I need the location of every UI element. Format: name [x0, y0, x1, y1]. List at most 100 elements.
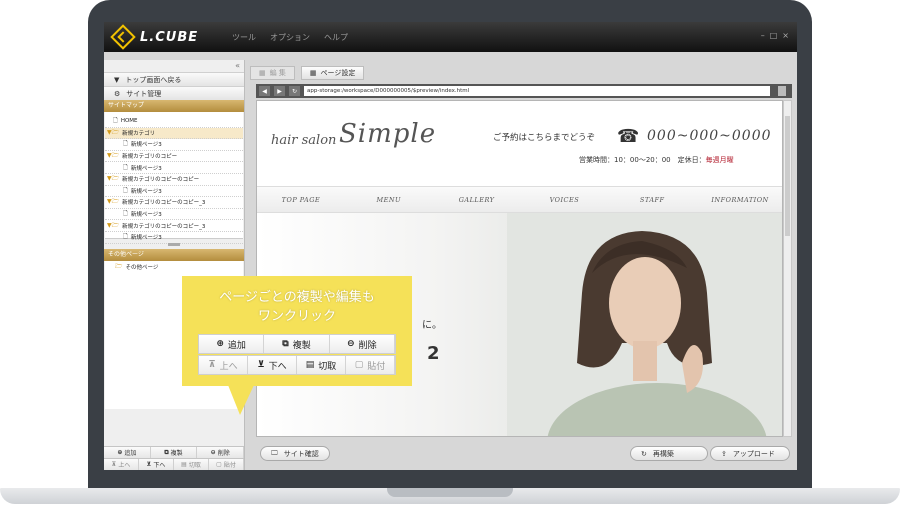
back-icon[interactable]: ◀ — [259, 86, 270, 96]
duplicate-button[interactable]: ⧉ 複製 — [151, 447, 198, 458]
folder-icon: ▼🗁 — [107, 152, 120, 160]
move-down-button[interactable]: ⊻ 下へ — [139, 459, 174, 470]
forward-icon[interactable]: ▶ — [274, 86, 285, 96]
add-button[interactable]: ⊕ 追加 — [104, 447, 151, 458]
tree-item[interactable]: 🗋 新規ページ3 — [105, 139, 243, 151]
folder-icon: ▼🗁 — [107, 198, 120, 206]
tree-item[interactable]: ▼🗁 新規カテゴリのコピー — [105, 151, 243, 163]
back-to-top-button[interactable]: ▼ トップ画面へ戻る — [104, 72, 244, 86]
callout-duplicate-label: 複製 — [292, 340, 311, 351]
minimize-icon[interactable]: – — [761, 31, 765, 40]
move-down-label: 下へ — [153, 462, 166, 469]
tree-item[interactable]: ▼🗁 新規カテゴリのコピーのコピー — [105, 174, 243, 186]
reload-icon[interactable]: ↻ — [289, 86, 300, 96]
delete-label: 削除 — [217, 450, 230, 457]
callout-move-down-label: 下へ — [268, 361, 287, 372]
upload-icon: ⇪ — [721, 449, 727, 458]
callout-delete-label: 削除 — [358, 340, 377, 351]
callout-move-down-button: ⊻ 下へ — [248, 356, 297, 374]
hero-photo — [507, 213, 782, 436]
nav-top-page[interactable]: TOP PAGE — [257, 196, 345, 204]
url-menu-icon[interactable] — [778, 86, 786, 96]
tree-item[interactable]: ▼🗁 新規カテゴリのコピーのコピー_3 — [105, 197, 243, 209]
tree-item-label: 新規ページ3 — [130, 142, 162, 149]
folder-icon: 🗁 — [115, 262, 123, 270]
maximize-icon[interactable]: □ — [770, 31, 778, 40]
move-up-button[interactable]: ⊼ 上へ — [104, 459, 139, 470]
tree-item-label: 新規カテゴリのコピーのコピー — [122, 177, 200, 184]
callout-line-1: ページごとの複製や編集も — [219, 290, 375, 305]
site-check-label: サイト確認 — [283, 449, 319, 458]
settings-page-icon: ▦ — [309, 69, 317, 77]
callout-move-up-button: ⊼ 上へ — [199, 356, 248, 374]
laptop-notch — [387, 488, 513, 497]
editor-toolbar: ▦ 編 集 ▦ ページ設定 — [250, 66, 365, 80]
cut-icon: ▤ — [305, 360, 315, 370]
close-icon[interactable]: × — [782, 31, 789, 40]
reservation-text: ご予約はこちらまでどうぞ — [493, 133, 596, 143]
menu-bar: ツール オプション ヘルプ — [232, 32, 348, 43]
window-controls: – □ × — [761, 31, 789, 40]
actions-row-primary: ⊕ 追加 ⧉ 複製 ⊖ 削除 — [104, 446, 245, 458]
hero-caption: に。 — [422, 320, 442, 331]
menu-help[interactable]: ヘルプ — [324, 32, 348, 43]
menu-tools[interactable]: ツール — [232, 32, 256, 43]
callout-cut-button: ▤ 切取 — [297, 356, 346, 374]
add-label: 追加 — [124, 450, 137, 457]
tree-item[interactable]: 🗋 新規ページ3 — [105, 186, 243, 198]
upload-button[interactable]: ⇪ アップロード — [710, 446, 790, 461]
move-up-label: 上へ — [118, 462, 131, 469]
scroll-thumb[interactable] — [785, 116, 790, 236]
copy-icon: ⧉ — [282, 339, 289, 349]
address-bar: ◀ ▶ ↻ app-storage:/workspace/D000000005/… — [256, 84, 792, 98]
rebuild-button[interactable]: ↻ 再構築 — [630, 446, 708, 461]
collapse-icon[interactable]: « — [104, 60, 244, 72]
callout-duplicate-button: ⧉ 複製 — [264, 335, 330, 353]
site-check-button[interactable]: 🖵 サイト確認 — [260, 446, 330, 461]
tree-item-label: HOME — [120, 118, 138, 125]
page-settings-button[interactable]: ▦ ページ設定 — [300, 66, 365, 80]
refresh-icon: ↻ — [641, 449, 647, 458]
tree-item[interactable]: 🗋 新規ページ3 — [105, 162, 243, 174]
page-icon: 🗋 — [113, 117, 118, 125]
callout-actions-secondary: ⊼ 上へ ⊻ 下へ ▤ 切取 ▢ 貼付 — [198, 355, 396, 375]
edit-button[interactable]: ▦ 編 集 — [250, 66, 295, 80]
laptop-base — [0, 488, 900, 519]
brand-title: Simple — [339, 119, 437, 149]
tree-item[interactable]: ▼🗁 新規カテゴリ — [105, 127, 243, 140]
business-hours: 営業時間：10：00～20：00 定休日：毎週月曜 — [579, 155, 734, 165]
site-manage-button[interactable]: ⚙ サイト管理 — [104, 86, 244, 100]
tree-item-label: 新規カテゴリ — [122, 130, 156, 137]
nav-menu[interactable]: MENU — [345, 196, 433, 204]
copy-icon: ⧉ — [164, 448, 169, 456]
url-field[interactable]: app-storage:/workspace/D000000005/$previ… — [304, 86, 770, 96]
folder-icon: ▼🗁 — [107, 175, 120, 183]
tree-item-label: 新規カテゴリのコピーのコピー_3 — [122, 223, 206, 230]
app-window: L.CUBE ツール オプション ヘルプ – □ × « ▼ トップ画面へ戻る … — [104, 22, 797, 470]
tree-item[interactable]: 🗋 新規ページ3 — [105, 209, 243, 221]
delete-button[interactable]: ⊖ 削除 — [197, 447, 245, 458]
tree-item[interactable]: 🗋 HOME — [105, 116, 243, 128]
arrow-up-icon: ▼ — [114, 75, 120, 84]
callout-add-button: ⊕ 追加 — [199, 335, 265, 353]
nav-voices[interactable]: VOICES — [520, 196, 608, 204]
cut-button[interactable]: ▤ 切取 — [174, 459, 209, 470]
menu-options[interactable]: オプション — [270, 32, 310, 43]
move-down-icon: ⊻ — [146, 461, 152, 468]
hours-label: 営業時間：10：00～20：00 定休日： — [579, 156, 706, 164]
preview-scrollbar[interactable] — [783, 100, 792, 437]
nav-staff[interactable]: STAFF — [608, 196, 696, 204]
gear-icon: ⚙ — [114, 89, 121, 98]
paste-button[interactable]: ▢ 貼付 — [209, 459, 244, 470]
nav-information[interactable]: INFORMATION — [696, 196, 782, 204]
callout-pointer — [228, 385, 254, 415]
callout-delete-button: ⊖ 削除 — [329, 335, 395, 353]
tree-item[interactable]: ▼🗁 新規カテゴリのコピーのコピー_3 — [105, 220, 243, 232]
brand-subtitle: hair salon — [271, 133, 337, 148]
page-icon: 🗋 — [123, 210, 128, 218]
page-icon: 🗋 — [123, 163, 128, 171]
nav-gallery[interactable]: GALLERY — [433, 196, 521, 204]
tree-item-label: 新規カテゴリのコピーのコピー_3 — [122, 200, 206, 207]
back-to-top-label: トップ画面へ戻る — [125, 75, 182, 84]
list-item[interactable]: 🗁 その他ページ — [105, 261, 243, 273]
